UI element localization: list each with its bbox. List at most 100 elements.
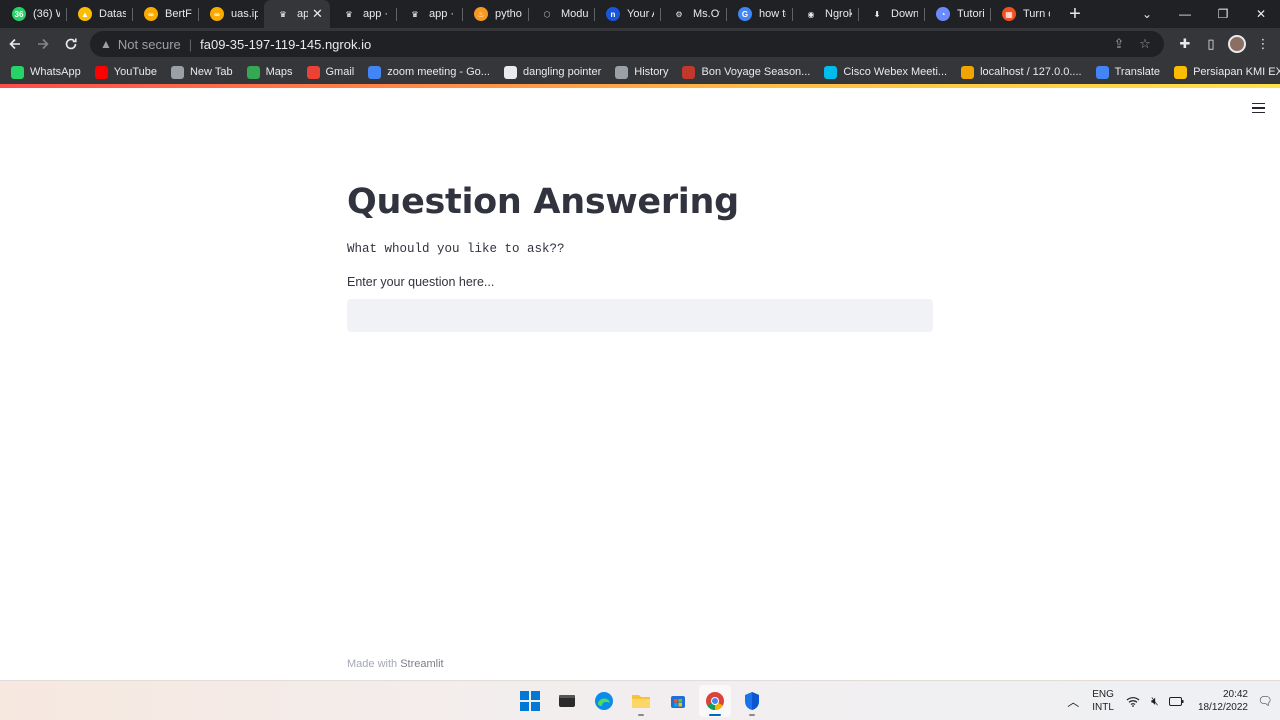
store-app[interactable]: [662, 685, 694, 717]
clock-time: 20:42: [1222, 689, 1248, 700]
warning-icon[interactable]: ▲: [100, 37, 112, 51]
tab-search-chevron-icon[interactable]: ⌄: [1128, 0, 1166, 28]
browser-tab[interactable]: ▦ Turn of: [990, 0, 1056, 28]
language-indicator[interactable]: ENG INTL: [1092, 688, 1114, 714]
bookmark-item[interactable]: Maps: [240, 61, 300, 83]
chrome-app[interactable]: [699, 685, 731, 717]
arrow-right-icon: [38, 38, 49, 50]
reload-button[interactable]: [58, 31, 84, 57]
start-button[interactable]: [514, 685, 546, 717]
question-input[interactable]: [347, 299, 933, 332]
streamlit-icon: ♛: [345, 9, 353, 19]
browser-tab[interactable]: ♛ app ✕: [264, 0, 330, 28]
bookmark-item[interactable]: dangling pointer: [497, 61, 608, 83]
security-status[interactable]: Not secure: [118, 37, 181, 52]
forward-button[interactable]: [30, 31, 56, 57]
share-icon[interactable]: ⇪: [1106, 31, 1132, 57]
footer-brand-link[interactable]: Streamlit: [400, 658, 443, 670]
star-icon[interactable]: ☆: [1132, 31, 1158, 57]
notion-icon: n: [606, 7, 620, 21]
profile-avatar[interactable]: [1224, 31, 1250, 57]
chrome-icon: [706, 692, 724, 710]
side-panel-icon[interactable]: ▯: [1198, 31, 1224, 57]
new-tab-button[interactable]: +: [1060, 0, 1090, 28]
clock-date: 18/12/2022: [1197, 702, 1248, 713]
volume-muted-icon[interactable]: 🔇︎: [1144, 681, 1166, 720]
bookmark-item[interactable]: zoom meeting - Go...: [361, 61, 497, 83]
tab-title: how to: [759, 8, 786, 20]
browser-tab[interactable]: ♛ app · St: [396, 0, 462, 28]
tab-title: BertFor: [165, 8, 192, 20]
browser-tab[interactable]: ◔ Tutoria: [924, 0, 990, 28]
chevron-up-icon[interactable]: ︿: [1062, 681, 1084, 720]
bookmark-item[interactable]: Translate: [1089, 61, 1167, 83]
bookmark-item[interactable]: Persiapan KMI EXP...: [1167, 61, 1280, 83]
wifi-glyph: [1126, 696, 1140, 707]
browser-tab-strip: 36(36) Wh▲Dataset∞BertFor∞uas.ipyn♛app✕♛…: [0, 0, 1280, 28]
bookmark-item[interactable]: YouTube: [88, 61, 164, 83]
back-button[interactable]: [2, 31, 28, 57]
browser-tab[interactable]: ⬡ Module: [528, 0, 594, 28]
bookmark-label: Gmail: [325, 66, 355, 78]
bookmark-label: Persiapan KMI EXP...: [1193, 66, 1280, 78]
file-explorer-app[interactable]: [625, 685, 657, 717]
battery-glyph: [1169, 696, 1184, 706]
browser-tab[interactable]: ⚙ Ms.Offi: [660, 0, 726, 28]
notification-icon[interactable]: 🗨︎: [1254, 681, 1276, 720]
bookmark-label: localhost / 127.0.0....: [980, 66, 1082, 78]
browser-tab[interactable]: ⬇ Downlo: [858, 0, 924, 28]
tutorial-icon: ◔: [936, 7, 950, 21]
tab-title: Module: [561, 8, 588, 20]
bookmark-item[interactable]: Cisco Webex Meeti...: [817, 61, 954, 83]
bookmark-item[interactable]: New Tab: [164, 61, 240, 83]
maps-icon: [246, 65, 260, 79]
bookmark-item[interactable]: History: [608, 61, 675, 83]
bookmark-item[interactable]: Bon Voyage Season...: [675, 61, 817, 83]
browser-tab[interactable]: ∞ uas.ipyn: [198, 0, 264, 28]
browser-tab[interactable]: Ghow to: [726, 0, 792, 28]
browser-tab[interactable]: ∞ BertFor: [132, 0, 198, 28]
avatar: [1228, 35, 1246, 53]
running-indicator: [638, 714, 644, 716]
footer: Made with Streamlit: [347, 658, 444, 670]
windows-taskbar: ︿ ENG INTL 🔇︎ 20:42 18/12/2022 🗨︎: [0, 680, 1280, 720]
battery-icon[interactable]: [1166, 681, 1188, 720]
running-indicator: [749, 714, 755, 716]
browser-tab[interactable]: 36 (36) Wh: [0, 0, 66, 28]
bookmark-item[interactable]: WhatsApp: [4, 61, 88, 83]
browser-tab[interactable]: ▲ Dataset: [66, 0, 132, 28]
edge-app[interactable]: [588, 685, 620, 717]
clock[interactable]: 20:42 18/12/2022: [1198, 688, 1248, 714]
menu-kebab-icon[interactable]: ⋮: [1250, 31, 1276, 57]
restore-icon[interactable]: ❐: [1204, 0, 1242, 28]
bookmark-label: Bon Voyage Season...: [701, 66, 811, 78]
language-bottom: INTL: [1092, 702, 1114, 713]
minimize-icon[interactable]: —: [1166, 0, 1204, 28]
browser-tab[interactable]: ♛ app · St: [330, 0, 396, 28]
window-close-icon[interactable]: ✕: [1242, 0, 1280, 28]
address-bar[interactable]: ▲ Not secure | fa09-35-197-119-145.ngrok…: [90, 31, 1164, 57]
browser-toolbar: ▲ Not secure | fa09-35-197-119-145.ngrok…: [0, 28, 1280, 60]
terminal-app[interactable]: [551, 685, 583, 717]
security-app[interactable]: [736, 685, 768, 717]
browser-tab[interactable]: ◉ Ngrok: [792, 0, 858, 28]
active-indicator: [709, 714, 721, 716]
hamburger-menu-icon[interactable]: [1252, 100, 1268, 116]
footer-prefix: Made with: [347, 658, 398, 670]
question-label: Enter your question here...: [347, 275, 495, 289]
wikipedia-icon: [503, 65, 517, 79]
arrow-left-icon: [9, 38, 20, 50]
tab-title: Ngrok: [825, 8, 852, 20]
browser-tab[interactable]: ♨ python: [462, 0, 528, 28]
streamlit-icon: ♛: [411, 9, 419, 19]
extensions-icon[interactable]: ✚: [1172, 31, 1198, 57]
bookmark-label: zoom meeting - Go...: [387, 66, 490, 78]
bookmark-item[interactable]: Gmail: [300, 61, 362, 83]
microsoft-icon: ▦: [1002, 7, 1016, 21]
browser-tab[interactable]: n Your A: [594, 0, 660, 28]
bookmark-label: History: [634, 66, 669, 78]
bookmark-item[interactable]: localhost / 127.0.0....: [954, 61, 1089, 83]
wifi-icon[interactable]: [1122, 681, 1144, 720]
tab-close-icon[interactable]: ✕: [312, 6, 324, 22]
url-text[interactable]: fa09-35-197-119-145.ngrok.io: [200, 37, 371, 52]
